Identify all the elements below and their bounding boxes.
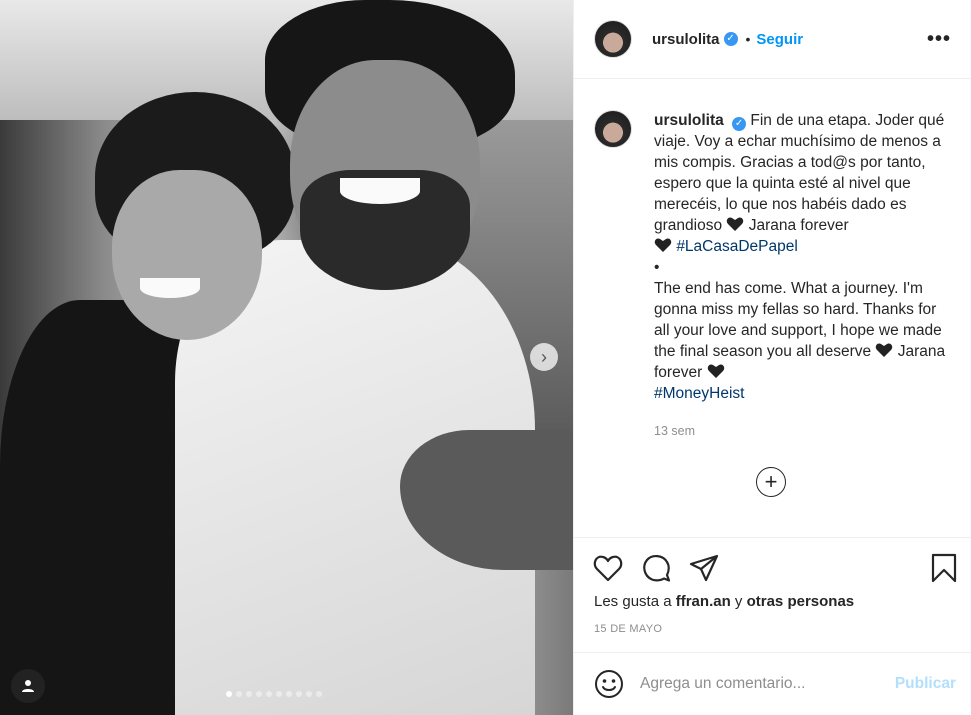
- black-heart-icon: [707, 364, 724, 378]
- comment-button[interactable]: [640, 552, 672, 584]
- post-header: ursulolita ✓ • Seguir •••: [574, 0, 971, 79]
- photo-smile-man: [340, 178, 420, 204]
- carousel-dot: [266, 691, 272, 697]
- likes-others-link[interactable]: otras personas: [747, 593, 855, 610]
- carousel-dot: [296, 691, 302, 697]
- post-actions: [574, 548, 971, 588]
- verified-badge-icon: ✓: [723, 32, 738, 46]
- publish-button[interactable]: Publicar: [895, 675, 956, 693]
- caption: ursulolita ✓ Fin de una etapa. Joder qué…: [594, 110, 954, 404]
- caption-username[interactable]: ursulolita: [654, 112, 724, 129]
- carousel-dot: [226, 691, 232, 697]
- caption-intro: Fin de una etapa. Joder qué viaje. Voy a…: [654, 112, 949, 234]
- plus-circle-icon[interactable]: +: [756, 467, 786, 497]
- user-tag-button[interactable]: [11, 669, 45, 703]
- carousel-dot: [236, 691, 242, 697]
- header-username[interactable]: ursulolita: [652, 31, 720, 48]
- comment-input[interactable]: [640, 675, 885, 693]
- bookmark-icon: [931, 553, 957, 583]
- comment-composer: Publicar: [574, 652, 971, 715]
- verified-badge-icon: ✓: [732, 117, 747, 131]
- likes-user-link[interactable]: ffran.an: [676, 593, 731, 610]
- next-slide-button[interactable]: ›: [530, 343, 558, 371]
- post-side-panel: ursulolita ✓ • Seguir ••• ursulolita ✓ F…: [573, 0, 971, 715]
- caption-time-ago[interactable]: 13 sem: [654, 424, 695, 438]
- likes-summary: Les gusta a ffran.an y otras personas: [594, 593, 854, 610]
- black-heart-icon: [654, 238, 672, 252]
- hashtag-link[interactable]: #LaCasaDePapel: [676, 238, 798, 255]
- likes-prefix: Les gusta a: [594, 593, 676, 610]
- photo-figure-woman-body: [0, 300, 200, 715]
- carousel-dots: [226, 691, 322, 697]
- carousel-dot: [276, 691, 282, 697]
- carousel-dot: [306, 691, 312, 697]
- save-button[interactable]: [928, 552, 960, 584]
- share-button[interactable]: [688, 552, 720, 584]
- carousel-dot: [256, 691, 262, 697]
- heart-icon: [593, 555, 623, 582]
- carousel-dot: [246, 691, 252, 697]
- likes-conjunction: y: [730, 593, 747, 610]
- more-options-icon[interactable]: •••: [927, 28, 951, 51]
- caption-avatar[interactable]: [594, 110, 632, 148]
- post-date[interactable]: 15 DE MAYO: [594, 623, 662, 635]
- black-heart-icon: [876, 343, 893, 357]
- comments-section: ursulolita ✓ Fin de una etapa. Joder qué…: [574, 80, 971, 538]
- post-photo[interactable]: ›: [0, 0, 573, 715]
- user-tag-icon: [22, 680, 34, 692]
- caption-text: ursulolita ✓ Fin de una etapa. Joder qué…: [654, 110, 954, 404]
- photo-smile-woman: [140, 278, 200, 298]
- chevron-right-icon: ›: [541, 347, 547, 367]
- black-heart-icon: [727, 217, 744, 231]
- like-button[interactable]: [592, 552, 624, 584]
- avatar[interactable]: [594, 20, 632, 58]
- header-separator: •: [745, 31, 751, 47]
- smiley-icon[interactable]: [594, 669, 624, 699]
- comment-icon: [643, 555, 671, 582]
- hashtag-link[interactable]: #MoneyHeist: [654, 385, 744, 402]
- follow-button[interactable]: Seguir: [756, 31, 803, 48]
- caption-bullet: •: [654, 259, 660, 276]
- carousel-dot: [286, 691, 292, 697]
- carousel-dot: [316, 691, 322, 697]
- caption-jarana-es: Jarana forever: [744, 217, 849, 234]
- paper-plane-icon: [689, 554, 719, 582]
- photo-figure-woman-face: [112, 170, 262, 340]
